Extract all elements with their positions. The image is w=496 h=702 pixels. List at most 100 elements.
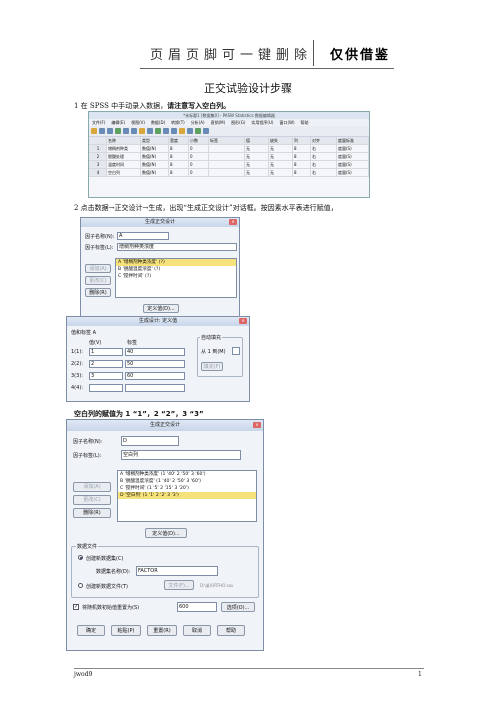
grid-cell[interactable]: 温度时间 [107,161,141,168]
grid-cell[interactable]: 度量(S) [337,161,369,168]
spss-menu-item[interactable]: 实用程序(U) [251,120,273,125]
row-number[interactable]: 2 [89,153,107,160]
print-icon[interactable] [107,128,113,134]
value-labels-icon[interactable] [203,128,209,134]
value-input[interactable] [89,384,123,392]
define-values-button[interactable]: 定义值(D)... [145,528,187,538]
grid-cell[interactable]: 无 [269,145,293,152]
grid-cell[interactable]: 数值(N) [141,153,169,160]
define-values-button[interactable]: 定义值(D)... [143,304,179,313]
file-button[interactable]: 文件(F)... [164,580,194,590]
value-input[interactable]: 3 [89,372,123,380]
dataset-name-input[interactable]: FACTOR [136,566,218,576]
grid-cell[interactable]: 度量(S) [337,153,369,160]
reset-seed-checkbox[interactable]: ✓ [73,604,79,610]
options-button[interactable]: 选项(O)... [221,602,255,612]
grid-cell[interactable]: 8 [169,153,189,160]
row-number[interactable]: 4 [89,169,107,176]
ok-button[interactable]: 确定 [77,625,105,636]
add-button[interactable]: 添加(A) [73,482,111,492]
insert-cases-icon[interactable] [163,128,169,134]
spss-menu-item[interactable]: 数据(D) [151,120,165,125]
grid-column-header[interactable]: 类型 [141,137,169,144]
spss-menu-item[interactable]: 分析(A) [191,120,205,125]
redo-icon[interactable] [131,128,137,134]
factor-list[interactable]: A '增稠剂种类浓度' (?) B '脱酸温度浓度' (?) C '搅拌时间' … [115,258,237,298]
grid-cell[interactable]: 无 [245,153,269,160]
spss-menu-item[interactable]: 直销(M) [211,120,226,125]
label-input[interactable]: 60 [125,372,185,380]
grid-cell[interactable]: 无 [269,169,293,176]
label-input[interactable]: 50 [125,360,185,368]
grid-cell[interactable]: 右 [311,169,337,176]
grid-cell[interactable]: 0 [189,169,209,176]
reset-button[interactable]: 重置(R) [147,625,177,636]
weight-cases-icon[interactable] [187,128,193,134]
grid-cell[interactable]: 脱酸处理 [107,153,141,160]
grid-cell[interactable]: 8 [169,161,189,168]
value-input[interactable]: 2 [89,360,123,368]
grid-cell[interactable]: 无 [245,169,269,176]
grid-column-header[interactable]: 列 [293,137,311,144]
paste-button[interactable]: 粘贴(P) [111,625,141,636]
grid-cell[interactable]: 无 [269,161,293,168]
close-icon[interactable]: ✕ [253,422,261,428]
insert-variable-icon[interactable] [171,128,177,134]
grid-column-header[interactable]: 宽度 [169,137,189,144]
grid-cell[interactable]: 度量(S) [337,169,369,176]
grid-cell[interactable] [209,145,245,152]
variables-icon[interactable] [147,128,153,134]
spss-menu-item[interactable]: 编辑(E) [111,120,125,125]
grid-cell[interactable]: 8 [293,153,311,160]
label-input[interactable] [125,384,185,392]
grid-column-header[interactable]: 名称 [107,137,141,144]
remove-button[interactable]: 删除(R) [73,508,111,518]
spss-menu-item[interactable]: 文件(F) [92,120,105,125]
change-button[interactable]: 更改(C) [73,495,111,505]
grid-column-header[interactable]: 标签 [209,137,245,144]
grid-cell[interactable]: 度量(S) [337,145,369,152]
grid-cell[interactable]: 右 [311,153,337,160]
factor-list-item[interactable]: B '脱酸温度浓度' (1 '40' 2 '50' 3 '60') [118,478,256,485]
factor-list-item[interactable]: C '搅拌时间' (1 '5' 2 '15' 3 '20') [118,485,256,492]
factor-list-item[interactable]: A '增稠剂种类浓度' (1 '40' 2 '50' 3 '60') [118,471,256,478]
goto-case-icon[interactable] [139,128,145,134]
close-icon[interactable]: ✕ [239,318,247,324]
grid-cell[interactable]: 8 [169,169,189,176]
grid-cell[interactable]: 增稠剂种类 [107,145,141,152]
spss-menu-item[interactable]: 转换(T) [171,120,185,125]
grid-cell[interactable]: 8 [293,169,311,176]
factor-name-input[interactable]: D [121,436,179,446]
grid-cell[interactable]: 右 [311,161,337,168]
grid-cell[interactable]: 数值(N) [141,169,169,176]
factor-list-item[interactable]: C '搅拌时间' (?) [116,273,236,280]
select-cases-icon[interactable] [195,128,201,134]
cancel-button[interactable]: 取消 [183,625,211,636]
split-file-icon[interactable] [179,128,185,134]
grid-cell[interactable]: 8 [293,161,311,168]
row-number[interactable]: 1 [89,145,107,152]
recall-dialog-icon[interactable] [115,128,121,134]
label-input[interactable]: 40 [125,348,185,356]
seed-input[interactable]: 600 [177,602,217,612]
save-icon[interactable] [99,128,105,134]
change-button[interactable]: 更改(C) [85,276,111,285]
open-icon[interactable] [91,128,97,134]
grid-column-header[interactable]: 小数 [189,137,209,144]
close-icon[interactable]: ✕ [229,219,237,225]
create-datafile-radio[interactable] [78,583,83,588]
add-button[interactable]: 添加(A) [85,264,111,273]
spss-menu-item[interactable]: 视图(V) [131,120,145,125]
grid-column-header[interactable]: 对齐 [311,137,337,144]
grid-cell[interactable]: 8 [169,145,189,152]
grid-cell[interactable] [209,169,245,176]
value-input[interactable]: 1 [89,348,123,356]
factor-list-item[interactable]: D '空白列' (1 '1' 2 '2' 3 '3') [118,492,256,499]
grid-column-header[interactable] [89,137,107,144]
factor-label-input[interactable]: 增稠剂种类浓度 [117,243,237,251]
grid-cell[interactable]: 无 [269,153,293,160]
find-icon[interactable] [155,128,161,134]
grid-column-header[interactable]: 缺失 [269,137,293,144]
help-button[interactable]: 帮助 [217,625,245,636]
factor-list[interactable]: A '增稠剂种类浓度' (1 '40' 2 '50' 3 '60') B '脱酸… [117,470,257,522]
